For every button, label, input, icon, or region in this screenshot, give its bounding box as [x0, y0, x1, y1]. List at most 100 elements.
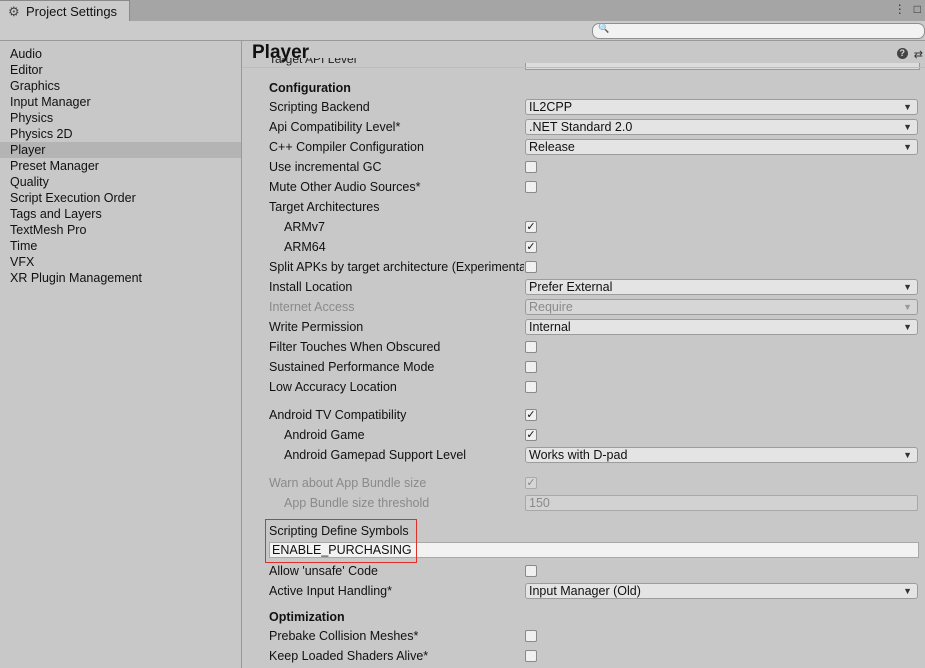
scripting-backend-dropdown[interactable]: IL2CPP ▼: [525, 99, 918, 115]
optimization-heading: Optimization: [269, 610, 345, 624]
setting-label: Keep Loaded Shaders Alive*: [269, 649, 429, 663]
target-arch-row: Target Architectures: [269, 197, 919, 217]
android-tv-row: Android TV Compatibility: [269, 405, 919, 425]
split-apks-checkbox[interactable]: [525, 261, 537, 273]
keep-shaders-checkbox[interactable]: [525, 650, 537, 662]
allow-unsafe-checkbox[interactable]: [525, 565, 537, 577]
settings-sliders-icon[interactable]: ⇄: [914, 48, 923, 61]
filter-touches-checkbox[interactable]: [525, 341, 537, 353]
gear-icon: ⚙: [8, 3, 20, 19]
setting-label: Android TV Compatibility: [269, 408, 407, 422]
bundle-threshold-field: 150: [525, 495, 918, 511]
setting-label: Active Input Handling*: [269, 584, 392, 598]
search-input[interactable]: 🔍: [592, 23, 925, 39]
warn-bundle-row: Warn about App Bundle size: [269, 473, 919, 493]
arm64-checkbox[interactable]: ✓: [525, 241, 537, 253]
api-compat-dropdown[interactable]: .NET Standard 2.0 ▼: [525, 119, 918, 135]
help-icon[interactable]: ?: [896, 48, 908, 59]
tab-bar: ⚙ Project Settings ⋮ □: [0, 0, 925, 22]
setting-label: Api Compatibility Level*: [269, 120, 401, 134]
armv7-checkbox[interactable]: ✓: [525, 221, 537, 233]
setting-label: Internet Access: [269, 300, 355, 314]
setting-label: Scripting Backend: [269, 100, 370, 114]
sidebar-item-quality[interactable]: Quality: [0, 174, 241, 190]
sidebar-item-textmesh-pro[interactable]: TextMesh Pro: [0, 222, 241, 238]
active-input-dropdown[interactable]: Input Manager (Old) ▼: [525, 583, 918, 599]
setting-label: Android Gamepad Support Level: [284, 448, 467, 462]
setting-label: ARM64: [284, 240, 326, 254]
low-accuracy-row: Low Accuracy Location: [269, 377, 919, 397]
filter-touches-row: Filter Touches When Obscured: [269, 337, 919, 357]
sustained-perf-checkbox[interactable]: [525, 361, 537, 373]
highlight-annotation-box: [265, 519, 417, 563]
sustained-perf-row: Sustained Performance Mode: [269, 357, 919, 377]
setting-label: Split APKs by target architecture (Exper…: [269, 260, 524, 274]
gamepad-support-dropdown[interactable]: Works with D-pad ▼: [525, 447, 918, 463]
chevron-down-icon: ▼: [903, 322, 912, 332]
main-panel: Player ? ⇄ Target API Level Configuratio…: [242, 41, 925, 668]
maximize-icon[interactable]: □: [914, 2, 921, 16]
sidebar-item-graphics[interactable]: Graphics: [0, 78, 241, 94]
sidebar-item-input-manager[interactable]: Input Manager: [0, 94, 241, 110]
configuration-heading: Configuration: [269, 81, 351, 95]
warn-bundle-checkbox: ✓: [525, 477, 537, 489]
armv7-row: ARMv7: [269, 217, 919, 237]
mute-audio-row: Mute Other Audio Sources*: [269, 177, 919, 197]
chevron-down-icon: ▼: [903, 302, 912, 312]
sidebar-item-audio[interactable]: Audio: [0, 46, 241, 62]
setting-label: Warn about App Bundle size: [269, 476, 427, 490]
chevron-down-icon: ▼: [903, 586, 912, 596]
setting-label: Low Accuracy Location: [269, 380, 397, 394]
android-game-row: Android Game: [269, 425, 919, 445]
setting-label: Target Architectures: [269, 200, 380, 214]
tab-title: Project Settings: [26, 4, 118, 19]
setting-label: Write Permission: [269, 320, 364, 334]
low-accuracy-checkbox[interactable]: [525, 381, 537, 393]
sidebar-item-time[interactable]: Time: [0, 238, 241, 254]
chevron-down-icon: ▼: [903, 282, 912, 292]
more-options-icon[interactable]: ⋮: [894, 2, 906, 16]
sidebar: Audio Editor Graphics Input Manager Physics P…: [0, 41, 242, 668]
setting-label: Allow 'unsafe' Code: [269, 564, 379, 578]
install-location-dropdown[interactable]: Prefer External ▼: [525, 279, 918, 295]
setting-label: Sustained Performance Mode: [269, 360, 435, 374]
cpp-config-dropdown[interactable]: Release ▼: [525, 139, 918, 155]
keep-shaders-row: Keep Loaded Shaders Alive*: [269, 646, 919, 666]
setting-label: Android Game: [284, 428, 365, 442]
sidebar-item-vfx[interactable]: VFX: [0, 254, 241, 270]
sidebar-item-player[interactable]: Player: [0, 142, 241, 158]
arm64-row: ARM64: [269, 237, 919, 257]
write-permission-dropdown[interactable]: Internal ▼: [525, 319, 918, 335]
allow-unsafe-row: Allow 'unsafe' Code: [269, 561, 919, 581]
setting-label: Mute Other Audio Sources*: [269, 180, 421, 194]
prebake-row: Prebake Collision Meshes*: [269, 626, 919, 646]
setting-label: Use incremental GC: [269, 160, 382, 174]
sidebar-item-preset-manager[interactable]: Preset Manager: [0, 158, 241, 174]
clipped-label: Target API Level: [269, 58, 357, 66]
sidebar-item-script-execution-order[interactable]: Script Execution Order: [0, 190, 241, 206]
setting-label: Prebake Collision Meshes*: [269, 629, 419, 643]
sidebar-item-physics[interactable]: Physics: [0, 110, 241, 126]
android-game-checkbox[interactable]: ✓: [525, 429, 537, 441]
setting-label: C++ Compiler Configuration: [269, 140, 424, 154]
search-icon: 🔍: [598, 23, 610, 33]
split-apks-row: Split APKs by target architecture (Exper…: [269, 257, 919, 277]
setting-label: Filter Touches When Obscured: [269, 340, 441, 354]
mute-audio-checkbox[interactable]: [525, 181, 537, 193]
sidebar-item-tags-and-layers[interactable]: Tags and Layers: [0, 206, 241, 222]
sidebar-item-xr-plugin-management[interactable]: XR Plugin Management: [0, 270, 241, 286]
android-tv-checkbox[interactable]: ✓: [525, 409, 537, 421]
chevron-down-icon: ▼: [903, 450, 912, 460]
setting-label: ARMv7: [284, 220, 325, 234]
title-separator: [242, 67, 925, 68]
setting-label: App Bundle size threshold: [284, 496, 430, 510]
setting-label: Install Location: [269, 280, 353, 294]
chevron-down-icon: ▼: [903, 142, 912, 152]
incremental-gc-checkbox[interactable]: [525, 161, 537, 173]
sidebar-item-physics-2d[interactable]: Physics 2D: [0, 126, 241, 142]
sidebar-item-editor[interactable]: Editor: [0, 62, 241, 78]
sidebar-list: Audio Editor Graphics Input Manager Physics P…: [0, 41, 241, 286]
prebake-checkbox[interactable]: [525, 630, 537, 642]
tab-project-settings[interactable]: ⚙ Project Settings: [0, 0, 130, 22]
window-controls: ⋮ □: [894, 2, 921, 16]
